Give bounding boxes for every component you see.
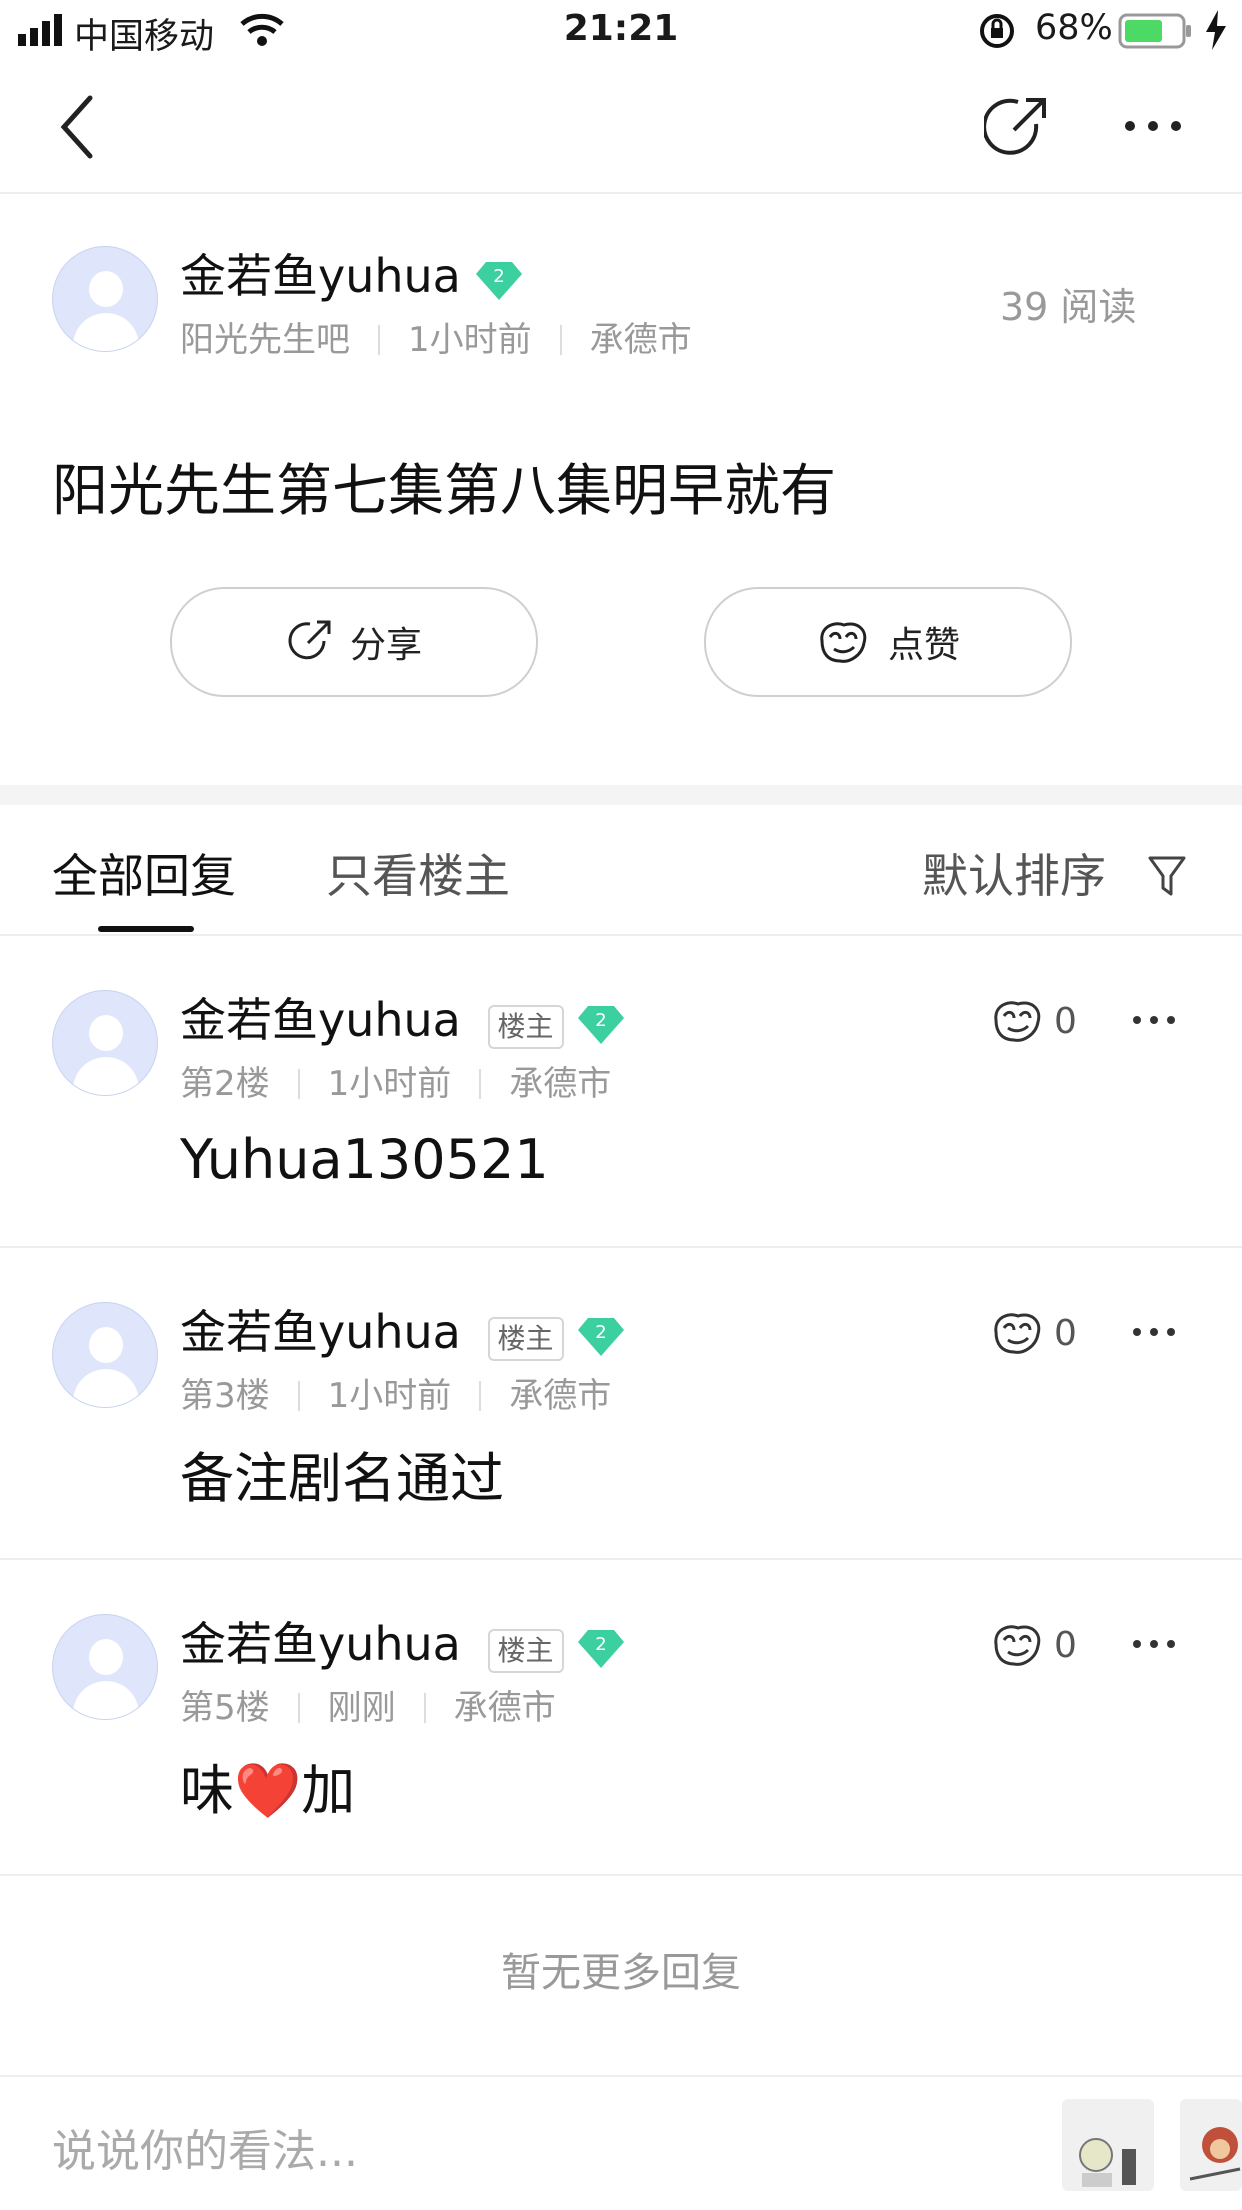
sticker-character-icon[interactable] [1180, 2099, 1242, 2191]
share-label: 分享 [349, 625, 422, 666]
reply-more-icon[interactable] [1132, 1014, 1176, 1026]
reply-author[interactable]: 金若鱼yuhua 楼主 2 [180, 1608, 625, 1674]
reply-location: 承德市 [453, 1688, 556, 1728]
post-author-name[interactable]: 金若鱼yuhua 2 [180, 240, 522, 306]
post-location: 承德市 [589, 320, 692, 360]
floor-number: 第2楼 [180, 1064, 270, 1104]
status-bar: 中国移动 21:21 68% [0, 0, 1242, 62]
row-divider [0, 1874, 1242, 1876]
reply-like-button[interactable]: 0 [990, 1622, 1077, 1668]
owner-badge: 楼主 [487, 1317, 564, 1361]
battery-percentage: 68% [1035, 8, 1113, 48]
like-icon [820, 622, 867, 663]
level-gem-icon: 2 [578, 1005, 625, 1044]
reply-avatar[interactable] [52, 1614, 158, 1720]
comment-bar: 说说你的看法... [0, 2075, 1242, 2210]
rotation-lock-icon [980, 14, 1014, 48]
post-time: 1小时前 [408, 320, 532, 360]
comment-input[interactable]: 说说你的看法... [52, 2115, 358, 2179]
svg-text:2: 2 [595, 1010, 606, 1031]
reply-time: 1小时前 [327, 1064, 452, 1104]
share-icon[interactable] [984, 94, 1050, 160]
sort-dropdown[interactable]: 默认排序 [922, 840, 1187, 906]
post-meta: 阳光先生吧 1小时前 承德市 [180, 312, 692, 361]
floor-number: 第3楼 [180, 1376, 270, 1416]
nav-bar [0, 62, 1242, 194]
tabs-divider [0, 934, 1242, 936]
like-icon [994, 1313, 1041, 1354]
reply-author[interactable]: 金若鱼yuhua 楼主 2 [180, 1296, 625, 1362]
battery-icon [1118, 13, 1191, 49]
section-divider [0, 785, 1242, 805]
reply-meta: 第3楼 1小时前 承德市 [180, 1368, 611, 1417]
row-divider [0, 1558, 1242, 1560]
reply-like-button[interactable]: 0 [990, 1310, 1077, 1356]
reply-avatar[interactable] [52, 1302, 158, 1408]
like-count: 0 [1054, 1624, 1077, 1666]
charging-icon [1206, 10, 1226, 50]
reply-text: 味❤️加 [180, 1759, 356, 1822]
tab-all-replies[interactable]: 全部回复 [52, 840, 236, 906]
level-gem-icon: 2 [578, 1629, 625, 1668]
reply-author[interactable]: 金若鱼yuhua 楼主 2 [180, 984, 625, 1050]
like-label: 点赞 [887, 625, 960, 666]
like-count: 0 [1054, 1312, 1077, 1354]
like-icon [994, 1001, 1041, 1042]
reply-more-icon[interactable] [1132, 1326, 1176, 1338]
reply-location: 承德市 [509, 1064, 612, 1104]
back-icon[interactable] [56, 92, 96, 162]
filter-icon [1148, 856, 1186, 896]
level-gem-icon: 2 [578, 1317, 625, 1356]
tab-owner-only[interactable]: 只看楼主 [326, 840, 510, 906]
level-gem-icon: 2 [475, 261, 522, 300]
avatar[interactable] [52, 246, 158, 352]
tab-indicator [98, 926, 194, 932]
floor-number: 第5楼 [180, 1688, 270, 1728]
owner-badge: 楼主 [487, 1005, 564, 1049]
reply-meta: 第2楼 1小时前 承德市 [180, 1056, 611, 1105]
forum-name[interactable]: 阳光先生吧 [180, 320, 350, 360]
reply-time: 刚刚 [327, 1688, 396, 1728]
share-button[interactable]: 分享 [170, 587, 538, 697]
read-count: 39 阅读 [1000, 285, 1137, 329]
svg-text:2: 2 [595, 1322, 606, 1343]
reply-more-icon[interactable] [1132, 1638, 1176, 1650]
sticker-emoji-icon[interactable] [1062, 2099, 1154, 2191]
reply-time: 1小时前 [327, 1376, 452, 1416]
reply-avatar[interactable] [52, 990, 158, 1096]
more-icon[interactable] [1122, 118, 1184, 134]
like-button[interactable]: 点赞 [704, 587, 1072, 697]
like-count: 0 [1054, 1000, 1077, 1042]
row-divider [0, 1246, 1242, 1248]
reply-text: Yuhua130521 [180, 1128, 549, 1191]
reply-meta: 第5楼 刚刚 承德市 [180, 1680, 556, 1729]
post-title: 阳光先生第七集第八集明早就有 [52, 459, 836, 524]
svg-text:2: 2 [595, 1634, 606, 1655]
share-icon [288, 620, 331, 660]
owner-badge: 楼主 [487, 1629, 564, 1673]
svg-text:2: 2 [493, 266, 504, 287]
no-more-replies: 暂无更多回复 [501, 1950, 741, 1996]
like-icon [994, 1625, 1041, 1666]
reply-like-button[interactable]: 0 [990, 998, 1077, 1044]
reply-location: 承德市 [509, 1376, 612, 1416]
reply-text: 备注剧名通过 [180, 1447, 504, 1510]
